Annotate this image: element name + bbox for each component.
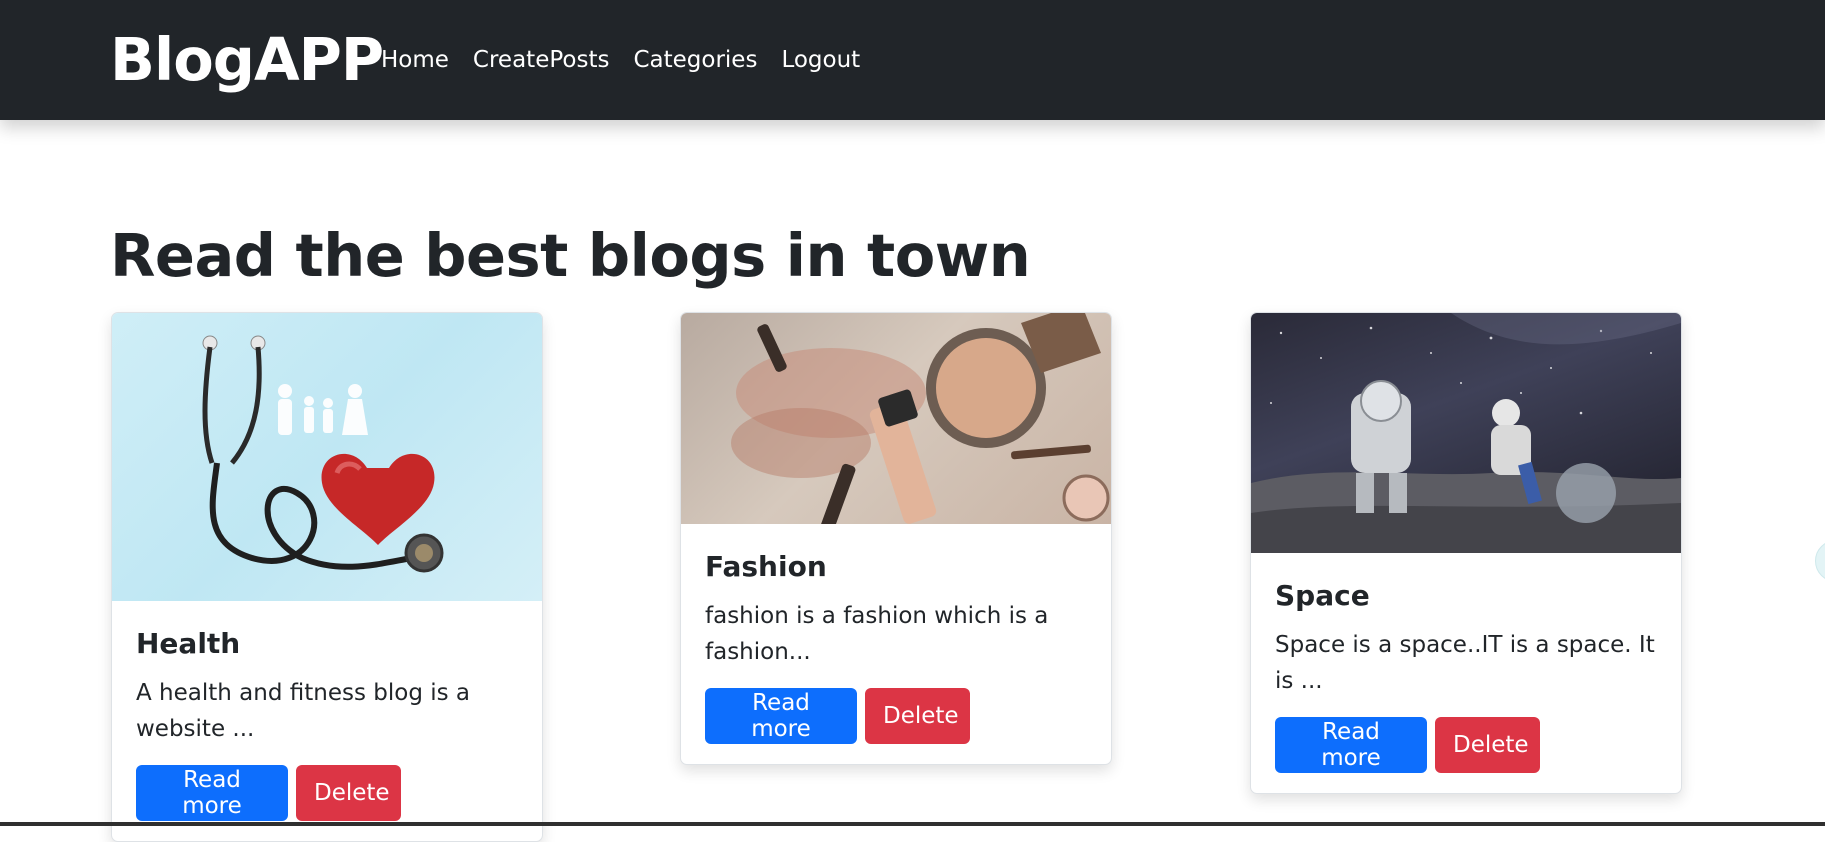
delete-button[interactable]: Delete <box>1435 717 1540 773</box>
card-actions: Read more Delete <box>136 765 518 821</box>
nav-link-createposts[interactable]: CreatePosts <box>473 47 610 73</box>
card-title: Health <box>136 627 241 660</box>
nav-link-categories[interactable]: Categories <box>633 47 757 73</box>
makeup-products-image <box>681 313 1111 524</box>
delete-button[interactable]: Delete <box>296 765 401 821</box>
card-title: Fashion <box>705 550 827 583</box>
page-headline: Read the best blogs in town <box>110 221 1031 290</box>
card-actions: Read more Delete <box>1275 717 1657 773</box>
nav-links: Home CreatePosts Categories Logout <box>381 0 884 120</box>
card-body: Fashion fashion is a fashion which is a … <box>681 524 1111 764</box>
nav-link-logout[interactable]: Logout <box>781 47 860 73</box>
card-text: Space is a space..IT is a space. It is .… <box>1275 632 1655 694</box>
card-text: A health and fitness blog is a website .… <box>136 680 471 742</box>
navbar: BlogAPP Home CreatePosts Categories Logo… <box>0 0 1825 120</box>
card-text: fashion is a fashion which is a fashion.… <box>705 603 1049 665</box>
scroll-to-top-button[interactable] <box>1815 540 1825 582</box>
delete-button[interactable]: Delete <box>865 688 970 744</box>
card-title: Space <box>1275 579 1370 612</box>
brand-logo[interactable]: BlogAPP <box>110 18 384 102</box>
astronauts-moon-image <box>1251 313 1681 553</box>
blog-card-space: Space Space is a space..IT is a space. I… <box>1250 312 1682 794</box>
stethoscope-heart-family-image <box>112 313 542 601</box>
nav-link-home[interactable]: Home <box>381 47 449 73</box>
read-more-button[interactable]: Read more <box>705 688 857 744</box>
card-actions: Read more Delete <box>705 688 1087 744</box>
card-body: Health A health and fitness blog is a we… <box>112 601 542 841</box>
blog-card-fashion: Fashion fashion is a fashion which is a … <box>680 312 1112 765</box>
blog-card-health: Health A health and fitness blog is a we… <box>111 312 543 842</box>
bottom-border <box>0 822 1825 826</box>
read-more-button[interactable]: Read more <box>1275 717 1427 773</box>
card-body: Space Space is a space..IT is a space. I… <box>1251 553 1681 793</box>
read-more-button[interactable]: Read more <box>136 765 288 821</box>
